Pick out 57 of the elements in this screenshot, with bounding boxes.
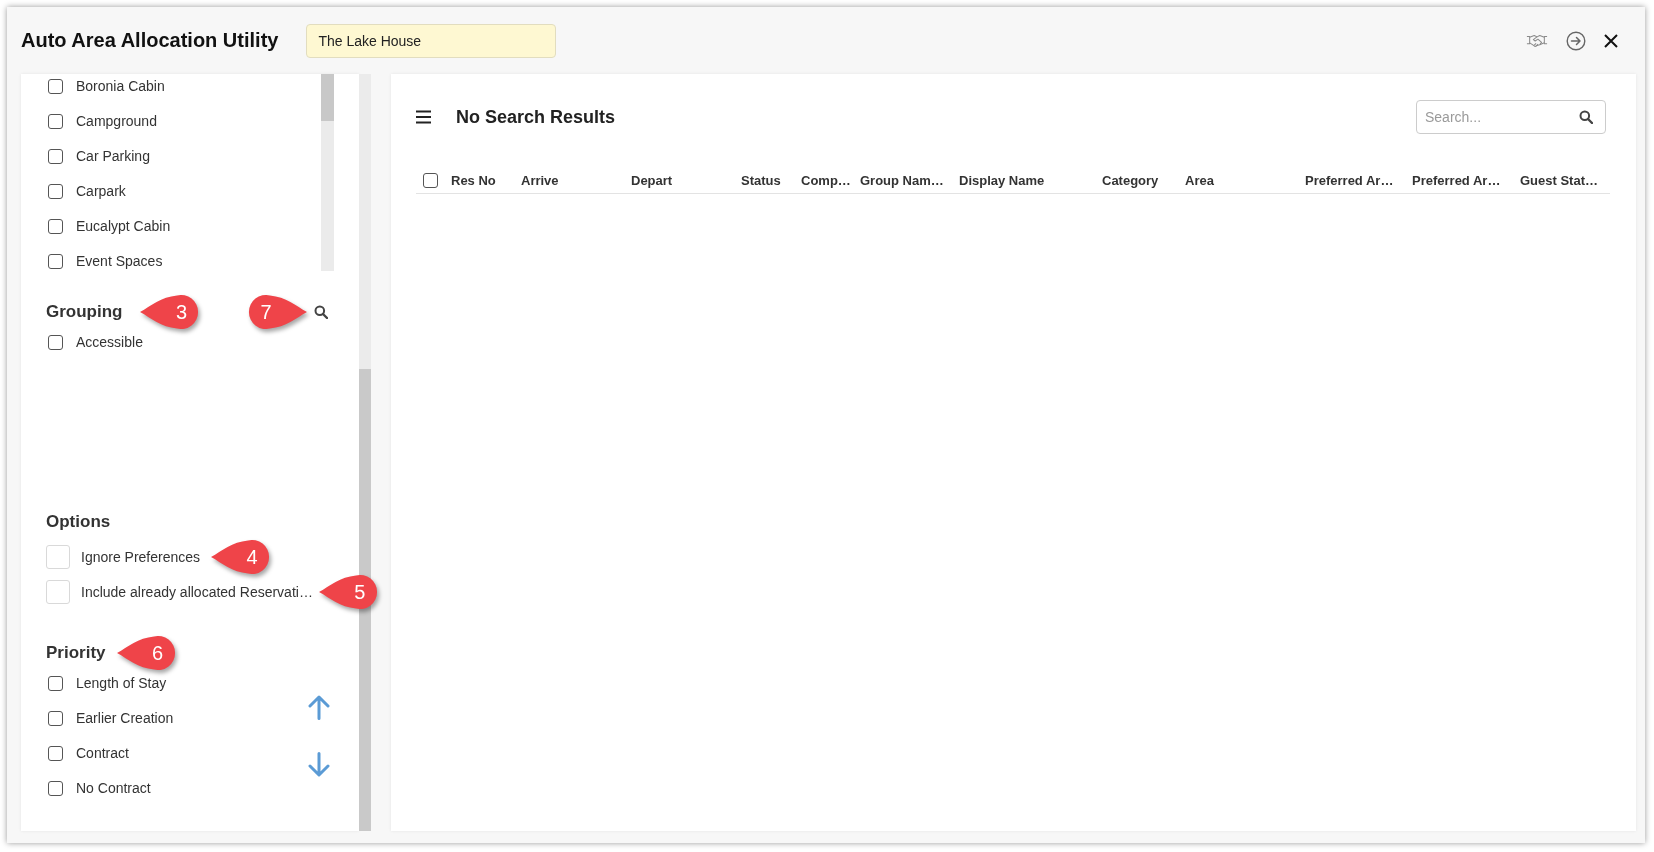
column-header[interactable]: Res No [451, 172, 496, 188]
checkbox[interactable] [48, 78, 63, 94]
option-label: Ignore Preferences [81, 548, 201, 566]
column-header[interactable]: Category [1102, 172, 1159, 188]
menu-icon[interactable] [416, 110, 431, 124]
priority-label: Length of Stay [76, 674, 167, 692]
checkbox[interactable] [48, 745, 63, 761]
close-icon[interactable] [1604, 33, 1618, 48]
checkbox[interactable] [423, 172, 438, 188]
area-type-label: Campground [76, 112, 157, 130]
section-heading: Grouping [46, 302, 123, 322]
column-header[interactable]: Arrive [521, 172, 559, 188]
results-title: No Search Results [456, 106, 616, 128]
priority-label: Earlier Creation [76, 709, 174, 727]
checkbox[interactable] [48, 218, 63, 234]
area-type-label: Boronia Cabin [76, 77, 165, 95]
checkbox[interactable] [48, 253, 63, 269]
column-header[interactable]: Depart [631, 172, 673, 188]
section-heading: Priority [46, 643, 106, 663]
property-field[interactable]: The Lake House [306, 23, 557, 58]
callout-marker: 5 [317, 574, 378, 610]
priority-label: Contract [76, 744, 129, 762]
column-header[interactable]: Group Nam… [860, 172, 944, 188]
area-type-label: Car Parking [76, 147, 150, 165]
callout-marker: 4 [210, 539, 271, 575]
column-header[interactable]: Comp… [801, 172, 851, 188]
column-header[interactable]: Display Name [959, 172, 1045, 188]
arrow-down-icon[interactable] [307, 752, 331, 777]
column-header[interactable]: Preferred Ar… [1412, 172, 1501, 188]
arrow-up-icon[interactable] [307, 695, 331, 720]
checkbox[interactable] [48, 710, 63, 726]
checkbox[interactable] [48, 183, 63, 199]
arrow-circle-icon[interactable] [1566, 30, 1586, 51]
search-icon[interactable] [314, 305, 328, 319]
priority-label: No Contract [76, 779, 151, 797]
area-type-label: Eucalypt Cabin [76, 217, 171, 235]
handshake-icon[interactable] [1526, 32, 1548, 49]
checkbox[interactable] [48, 113, 63, 129]
checkbox[interactable] [48, 334, 63, 350]
area-type-label: Event Spaces [76, 252, 163, 270]
callout-marker: 6 [115, 635, 176, 671]
option-label: Include already allocated Reservati… [81, 583, 313, 601]
scrollbar-thumb[interactable] [321, 74, 334, 121]
column-header[interactable]: Status [741, 172, 781, 188]
section-heading: Options [46, 512, 111, 532]
area-type-label: Carpark [76, 182, 126, 200]
checkbox[interactable] [48, 148, 63, 164]
column-header[interactable]: Guest Stat… [1520, 172, 1598, 188]
callout-marker: 7 [248, 294, 308, 330]
checkbox[interactable] [48, 780, 63, 796]
grouping-label: Accessible [76, 333, 143, 351]
callout-marker: 3 [139, 294, 200, 330]
search-icon[interactable] [1579, 110, 1593, 124]
column-header[interactable]: Preferred Ar… [1305, 172, 1394, 188]
checkbox[interactable] [48, 675, 63, 691]
window-title: Auto Area Allocation Utility [21, 29, 279, 52]
column-header[interactable]: Area [1185, 172, 1214, 188]
